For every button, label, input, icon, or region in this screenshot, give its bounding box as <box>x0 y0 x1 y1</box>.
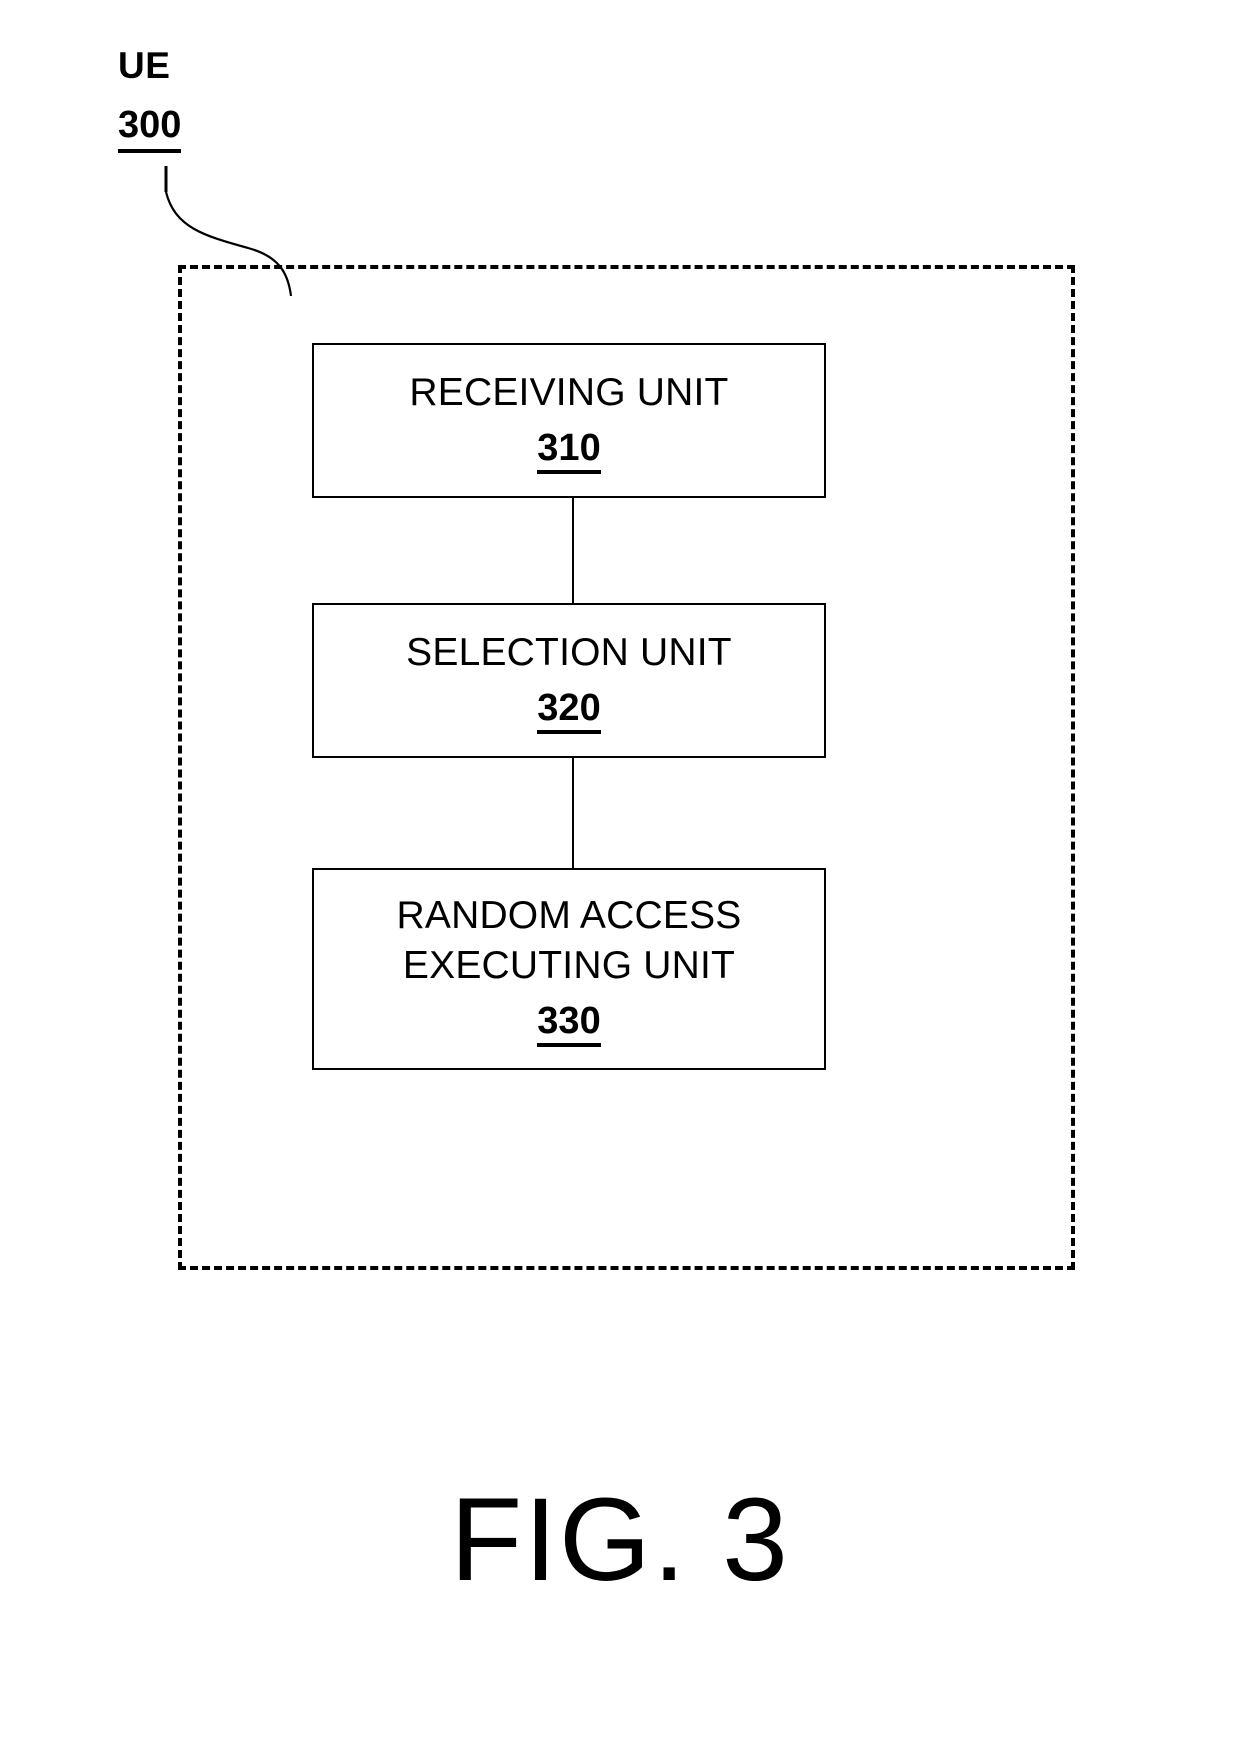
receiving-unit-box: RECEIVING UNIT 310 <box>312 343 826 498</box>
figure-caption: FIG. 3 <box>450 1474 790 1606</box>
ue-label-name: UE <box>118 45 171 86</box>
ue-reference-label: UE 300 <box>118 44 318 153</box>
random-access-executing-unit-title: RANDOM ACCESS EXECUTING UNIT <box>396 894 742 987</box>
connector-310-to-320 <box>572 498 574 603</box>
selection-unit-title: SELECTION UNIT <box>406 630 732 674</box>
connector-320-to-330 <box>572 758 574 868</box>
selection-unit-number: 320 <box>537 686 601 734</box>
random-access-executing-unit-number: 330 <box>537 999 601 1047</box>
ue-label-number: 300 <box>118 102 182 153</box>
receiving-unit-title: RECEIVING UNIT <box>409 370 729 414</box>
patent-figure: UE 300 RECEIVING UNIT 310 SELECTION UNIT… <box>0 0 1240 1764</box>
random-access-executing-unit-box: RANDOM ACCESS EXECUTING UNIT 330 <box>312 868 826 1070</box>
receiving-unit-number: 310 <box>537 426 601 474</box>
selection-unit-box: SELECTION UNIT 320 <box>312 603 826 758</box>
